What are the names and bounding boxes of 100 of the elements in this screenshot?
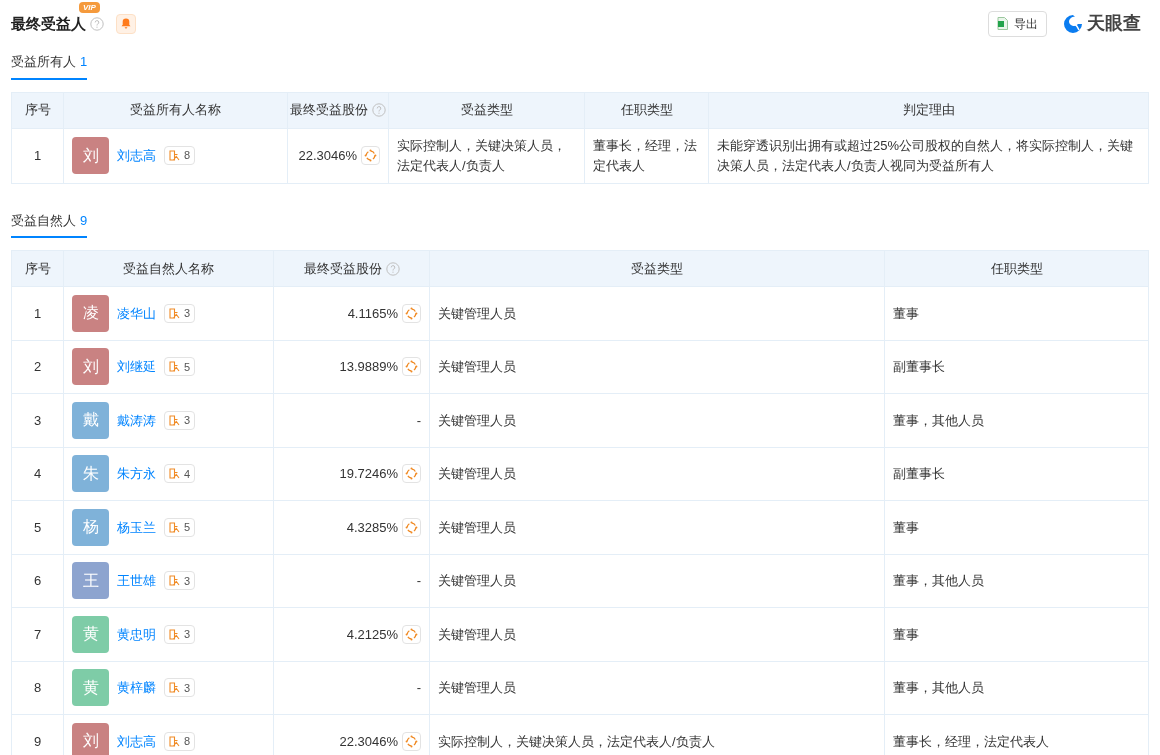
help-icon[interactable] (372, 103, 386, 117)
person-link[interactable]: 黄梓麟 (117, 678, 156, 698)
relations-button[interactable]: 4 (164, 464, 196, 484)
relations-button[interactable]: 5 (164, 517, 196, 537)
avatar: 朱 (72, 455, 109, 493)
table-cell: 副董事长 (884, 447, 1149, 501)
relations-button[interactable]: 3 (164, 678, 196, 698)
penetration-button[interactable] (402, 517, 421, 537)
relations-button[interactable]: 8 (164, 146, 196, 165)
table-cell: 1 (11, 128, 64, 183)
share-value: 22.3046% (339, 732, 398, 751)
vip-badge: VIP (79, 1, 100, 13)
person-link[interactable]: 王世雄 (117, 571, 156, 591)
person-link[interactable]: 朱方永 (117, 464, 156, 484)
logo-icon (1063, 13, 1083, 34)
person-link[interactable]: 凌华山 (117, 303, 156, 323)
share-value: 4.1165% (347, 304, 398, 323)
table-cell: 董事，其他人员 (884, 554, 1149, 608)
penetration-button[interactable] (361, 146, 380, 165)
benefit-type: 关键管理人员 (438, 572, 516, 590)
table-cell: 3 (11, 393, 64, 447)
penetration-button[interactable] (402, 303, 421, 323)
person-icon (169, 361, 180, 373)
spreadsheet-icon (997, 17, 1008, 30)
column-header: 受益类型 (429, 250, 885, 287)
avatar: 凌 (72, 294, 109, 332)
table-cell: 董事 (884, 500, 1149, 554)
benefit-type: 关键管理人员 (438, 518, 516, 537)
section-tab[interactable]: 受益所有人 1 (11, 52, 88, 80)
table-cell: 副董事长 (884, 340, 1149, 394)
table-cell: 5 (11, 500, 64, 554)
person-link[interactable]: 刘志高 (117, 145, 156, 166)
benefit-type: 关键管理人员 (438, 358, 516, 376)
table-cell: 9 (11, 714, 64, 755)
export-button[interactable]: 导出 (988, 10, 1047, 37)
share-value: 22.3046% (298, 146, 357, 165)
person-icon (169, 468, 180, 480)
penetration-button[interactable] (402, 731, 421, 751)
crosshair-icon (364, 149, 377, 162)
logo-text: 天眼查 (1087, 12, 1141, 35)
person-icon (169, 521, 180, 533)
column-header: 任职类型 (584, 92, 709, 128)
relations-button[interactable]: 3 (164, 571, 196, 591)
penetration-button[interactable] (402, 464, 421, 484)
person-link[interactable]: 刘继延 (117, 357, 156, 377)
table-cell: 董事，其他人员 (884, 661, 1149, 715)
avatar: 戴 (72, 401, 109, 439)
column-header: 受益所有人名称 (63, 92, 288, 128)
table-cell: 2 (11, 340, 64, 394)
table-cell: 董事长，经理，法定代表人 (584, 128, 709, 183)
share-value: 13.9889% (339, 358, 398, 376)
share-value: - (416, 411, 421, 430)
person-link[interactable]: 刘志高 (117, 731, 156, 751)
table-cell: 董事 (884, 607, 1149, 661)
benefit-type: 关键管理人员 (438, 411, 516, 430)
benefit-type: 关键管理人员 (438, 465, 516, 483)
avatar: 刘 (72, 722, 109, 755)
column-header: 最终受益股份 (287, 92, 389, 128)
penetration-button[interactable] (402, 624, 421, 644)
person-icon (169, 150, 180, 161)
table-cell: 未能穿透识别出拥有或超过25%公司股权的自然人，将实际控制人，关键决策人员，法定代表人/负责人视同为受益所有人 (708, 128, 1149, 183)
avatar: 刘 (72, 137, 109, 174)
relations-button[interactable]: 3 (164, 624, 196, 644)
person-link[interactable]: 杨玉兰 (117, 517, 156, 537)
table-cell: 董事 (884, 286, 1149, 340)
relations-button[interactable]: 3 (164, 303, 196, 323)
person-icon (169, 628, 180, 640)
column-header: 最终受益股份 (273, 250, 430, 287)
crosshair-icon (405, 306, 418, 320)
relations-button[interactable]: 8 (164, 731, 196, 751)
relations-button[interactable]: 5 (164, 357, 196, 377)
crosshair-icon (405, 360, 418, 374)
column-header: 受益自然人名称 (63, 250, 274, 287)
column-header: 判定理由 (708, 92, 1149, 128)
share-value: 4.3285% (346, 518, 398, 537)
share-value: 19.7246% (339, 465, 398, 483)
person-icon (169, 682, 180, 694)
table-cell: 实际控制人，关键决策人员，法定代表人/负责人 (388, 128, 585, 183)
person-link[interactable]: 戴涛涛 (117, 410, 156, 430)
crosshair-icon (405, 627, 418, 641)
avatar: 王 (72, 562, 109, 600)
person-icon (169, 735, 180, 747)
page-title: 最终受益人 (11, 14, 86, 32)
column-header: 序号 (11, 250, 64, 287)
section-tab[interactable]: 受益自然人 9 (11, 210, 88, 238)
penetration-button[interactable] (402, 357, 421, 377)
benefit-type: 实际控制人，关键决策人员，法定代表人/负责人 (438, 732, 715, 751)
help-icon[interactable] (90, 16, 104, 31)
share-value: - (416, 572, 421, 590)
table-cell: 8 (11, 661, 64, 715)
benefit-type: 关键管理人员 (438, 625, 516, 644)
person-link[interactable]: 黄忠明 (117, 624, 156, 644)
notification-button[interactable] (116, 13, 136, 34)
share-value: - (416, 679, 421, 697)
table-cell: 1 (11, 286, 64, 340)
column-header: 序号 (11, 92, 64, 128)
relations-button[interactable]: 3 (164, 410, 196, 430)
table-cell: 6 (11, 554, 64, 608)
avatar: 黄 (72, 615, 109, 653)
help-icon[interactable] (385, 261, 400, 276)
